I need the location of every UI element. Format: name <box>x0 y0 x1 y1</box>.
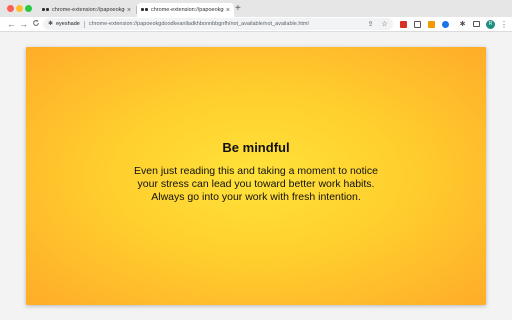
extension-orange-icon[interactable] <box>428 21 435 28</box>
profile-avatar[interactable]: R <box>486 20 495 29</box>
tab-title: chrome-extension://papoeokgdoodkeanila <box>52 7 125 13</box>
card-title: Be mindful <box>222 140 290 155</box>
browser-toolbar: ← → ✱ eyeshade chrome-extension://papoeo… <box>0 17 512 32</box>
address-bar[interactable]: ✱ eyeshade chrome-extension://papoeokgdo… <box>43 18 393 30</box>
tab-close-icon[interactable]: × <box>226 7 230 14</box>
back-button[interactable]: ← <box>7 19 16 30</box>
tab-extension-1[interactable]: chrome-extension://papoeokgdoodkeanila × <box>38 3 135 17</box>
browser-menu-icon[interactable]: ⋮ <box>500 21 508 29</box>
minimize-window-button[interactable] <box>16 5 23 12</box>
site-origin: eyeshade <box>56 21 80 27</box>
extension-blue-icon[interactable] <box>442 21 449 28</box>
extensions-puzzle-icon[interactable]: ✱ <box>459 21 466 28</box>
extension-white-icon[interactable] <box>414 21 421 28</box>
bookmark-star-icon[interactable]: ☆ <box>381 21 388 28</box>
tab-strip: chrome-extension://papoeokgdoodkeanila ×… <box>0 0 512 17</box>
forward-button[interactable]: → <box>19 19 28 30</box>
tab-close-icon[interactable]: × <box>127 7 131 14</box>
share-icon[interactable]: ⇪ <box>367 21 374 28</box>
close-window-button[interactable] <box>7 5 14 12</box>
page-viewport: Be mindful Even just reading this and ta… <box>0 33 512 320</box>
side-panel-icon[interactable] <box>473 21 480 27</box>
url-text: chrome-extension://papoeokgdoodkeanlladk… <box>88 21 309 27</box>
tab-extension-2-active[interactable]: chrome-extension://papoeokgdoodkeanila × <box>137 3 234 17</box>
extension-puzzle-icon: ✱ <box>48 20 54 27</box>
card-message: Even just reading this and taking a mome… <box>134 165 378 203</box>
reload-button[interactable] <box>32 19 40 30</box>
new-tab-button[interactable]: + <box>235 3 241 15</box>
extension-red-icon[interactable] <box>400 21 407 28</box>
origin-divider <box>83 20 85 28</box>
tab-title: chrome-extension://papoeokgdoodkeanila <box>151 7 224 13</box>
browser-window: chrome-extension://papoeokgdoodkeanila ×… <box>0 0 512 320</box>
eyeshade-favicon-icon <box>42 8 49 12</box>
eyeshade-favicon-icon <box>141 8 148 12</box>
mindful-card: Be mindful Even just reading this and ta… <box>26 47 486 305</box>
reload-icon <box>33 19 39 26</box>
maximize-window-button[interactable] <box>25 5 32 12</box>
